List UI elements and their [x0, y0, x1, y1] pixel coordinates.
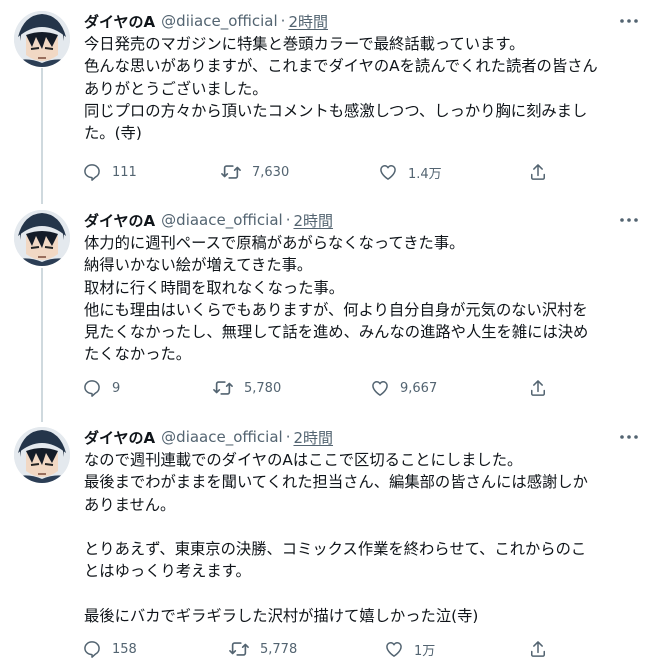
like-count: 1.4万 [408, 166, 442, 182]
tweet-header: ダイヤのA @diaace_official · 2時間 [84, 427, 333, 447]
like-count: 9,667 [400, 380, 438, 396]
tweet-text-line: 納得いかない絵が増えてきた事。 [84, 256, 313, 275]
tweet-header: ダイヤのA @diiace_official · 2時間 [84, 11, 328, 31]
avatar[interactable] [14, 11, 70, 67]
more-icon[interactable] [619, 212, 639, 228]
share-icon [531, 164, 545, 180]
author-handle[interactable]: @diaace_official [161, 428, 283, 446]
timestamp[interactable]: 2時間 [293, 210, 333, 231]
tweet-actions: 111 7,630 1.4万 [82, 161, 552, 183]
timestamp[interactable]: 2時間 [293, 427, 333, 448]
share-button[interactable] [528, 161, 548, 183]
tweet-text-line: 同じプロの方々から頂いたコメントも感激しつつ、しっかり胸に刻みまし [84, 101, 588, 120]
tweet-header: ダイヤのA @diaace_official · 2時間 [84, 210, 333, 230]
tweet-text-line: 今日発売のマガジンに特集と巻頭カラーで最終話載っています。 [84, 35, 525, 53]
tweet-text-line: たくなかった。 [84, 345, 192, 364]
reply-count: 111 [112, 164, 137, 180]
like-button[interactable]: 1万 [384, 638, 435, 660]
share-icon [531, 380, 545, 396]
tweet-text: なので週刊連載でのダイヤのAはここで区切ることにしました。 最後までわがままを聞… [84, 449, 640, 627]
more-icon[interactable] [619, 429, 639, 445]
reply-button[interactable]: 111 [82, 161, 137, 183]
author-handle[interactable]: @diiace_official [161, 12, 277, 30]
timestamp[interactable]: 2時間 [288, 11, 328, 32]
tweet-text-line: た。(寺) [84, 124, 142, 143]
tweet[interactable]: ダイヤのA @diiace_official · 2時間 今日発売のマガジンに特… [0, 11, 657, 191]
retweet-icon [213, 381, 233, 395]
reply-icon [84, 164, 100, 181]
author-name[interactable]: ダイヤのA [84, 427, 155, 448]
tweet-text-line: 取材に行く時間を取れなくなった事。 [84, 278, 345, 297]
retweet-count: 5,778 [260, 641, 298, 657]
tweet-actions: 158 5,778 1万 [82, 638, 552, 660]
separator: · [285, 211, 291, 229]
tweet-actions: 9 5,780 9,667 [82, 377, 552, 399]
share-button[interactable] [528, 638, 548, 660]
tweet-text-line: なので週刊連載でのダイヤのAはここで区切ることにしました。 [84, 451, 523, 469]
tweet-text-line [84, 583, 640, 605]
tweet[interactable]: ダイヤのA @diaace_official · 2時間 なので週刊連載でのダイ… [0, 427, 657, 667]
share-button[interactable] [528, 377, 548, 399]
separator: · [280, 12, 286, 30]
tweet-text: 体力的に週刊ペースで原稿があがらなくなってきた事。 納得いかない絵が増えてきた事… [84, 232, 640, 366]
like-count: 1万 [414, 643, 436, 659]
retweet-count: 7,630 [252, 164, 290, 180]
reply-count: 158 [112, 641, 137, 657]
like-icon [386, 642, 402, 657]
tweet-text-line: 色んな思いがありますが、これまでダイヤのAを読んでくれた読者の皆さん [84, 57, 598, 76]
like-button[interactable]: 9,667 [370, 377, 437, 399]
reply-button[interactable]: 158 [82, 638, 137, 660]
retweet-count: 5,780 [244, 380, 282, 396]
tweet-text-line: 見たくなかったし、無理して話を進め、みんなの進路や人生を雑には決め [84, 323, 589, 342]
tweet-text-line: 最後にバカでギラギラした沢村が描けて嬉しかった泣(寺) [84, 607, 479, 626]
retweet-button[interactable]: 5,778 [228, 638, 297, 660]
tweet-text-line: とはゆっくり考えます。 [84, 562, 251, 581]
author-name[interactable]: ダイヤのA [84, 210, 155, 231]
tweet-text-line: ありがとうございました。 [84, 79, 268, 98]
tweet-text: 今日発売のマガジンに特集と巻頭カラーで最終話載っています。 色んな思いがあります… [84, 33, 640, 144]
like-button[interactable]: 1.4万 [378, 161, 442, 183]
share-icon [531, 641, 545, 657]
tweet-text-line [84, 516, 640, 538]
tweet-thread: ダイヤのA @diiace_official · 2時間 今日発売のマガジンに特… [0, 0, 657, 672]
tweet-text-line: とりあえず、東東京の決勝、コミックス作業を終わらせて、これからのこ [84, 540, 587, 559]
author-handle[interactable]: @diaace_official [161, 211, 283, 229]
reply-icon [84, 641, 100, 658]
separator: · [285, 428, 291, 446]
tweet-text-line: 最後までわがままを聞いてくれた担当さん、編集部の皆さんには感謝しか [84, 473, 588, 492]
retweet-icon [229, 642, 249, 656]
tweet-text-line: 他にも理由はいくらでもありますが、何より自分自身が元気のない沢村を [84, 300, 588, 319]
avatar[interactable] [14, 210, 70, 266]
author-name[interactable]: ダイヤのA [84, 11, 155, 32]
tweet[interactable]: ダイヤのA @diaace_official · 2時間 体力的に週刊ペースで原… [0, 210, 657, 410]
reply-icon [84, 380, 100, 397]
like-icon [380, 165, 396, 180]
reply-button[interactable]: 9 [82, 377, 120, 399]
retweet-button[interactable]: 5,780 [212, 377, 281, 399]
reply-count: 9 [112, 380, 121, 396]
like-icon [372, 381, 388, 396]
tweet-text-line: ありません。 [84, 495, 176, 514]
retweet-icon [221, 165, 241, 179]
avatar[interactable] [14, 427, 70, 483]
tweet-text-line: 体力的に週刊ペースで原稿があがらなくなってきた事。 [84, 234, 465, 252]
more-icon[interactable] [619, 13, 639, 29]
retweet-button[interactable]: 7,630 [220, 161, 289, 183]
